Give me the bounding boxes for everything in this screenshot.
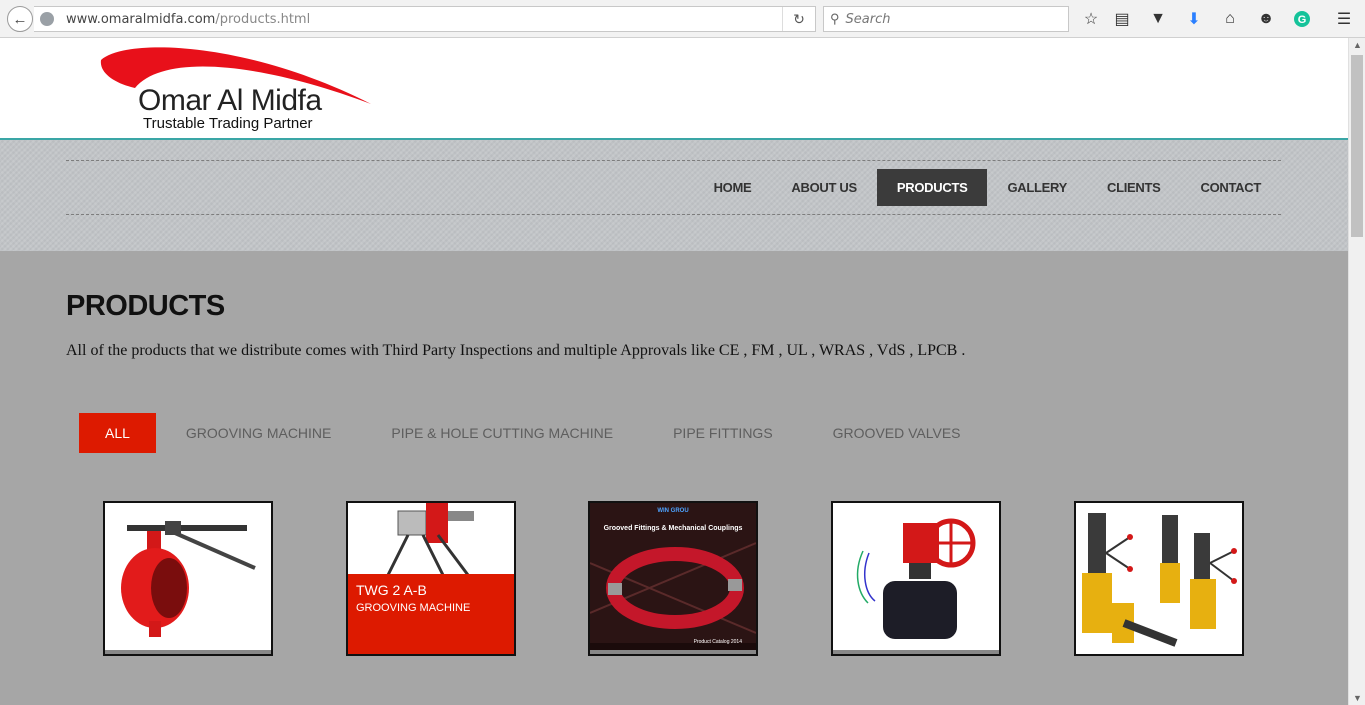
scroll-down-icon[interactable]: ▼ xyxy=(1353,693,1362,703)
logo-name: Omar Al Midfa xyxy=(138,84,322,117)
nav-contact[interactable]: CONTACT xyxy=(1181,169,1281,206)
nav-gallery[interactable]: GALLERY xyxy=(987,169,1087,206)
back-arrow-icon[interactable]: ← xyxy=(7,6,33,32)
site-header: Omar Al Midfa Trustable Trading Partner xyxy=(0,38,1348,140)
filter-pipe-hole-cutting-machine[interactable]: PIPE & HOLE CUTTING MACHINE xyxy=(391,413,613,453)
nav-band: HOME ABOUT US PRODUCTS GALLERY CLIENTS C… xyxy=(0,140,1348,251)
emoji-face-icon[interactable]: ☻ xyxy=(1256,9,1276,29)
product-thumb-3[interactable]: WIN GROU Grooved Fittings & Mechanical C… xyxy=(588,501,758,656)
main-nav: HOME ABOUT US PRODUCTS GALLERY CLIENTS C… xyxy=(694,169,1281,206)
nav-about-us[interactable]: ABOUT US xyxy=(771,169,877,206)
nav-clients[interactable]: CLIENTS xyxy=(1087,169,1181,206)
thumb-footer xyxy=(833,650,999,654)
filter-grooving-machine[interactable]: GROOVING MACHINE xyxy=(186,413,331,453)
nav-divider-top xyxy=(66,160,1281,161)
page-description: All of the products that we distribute c… xyxy=(66,342,966,359)
pocket-icon[interactable]: ▼ xyxy=(1148,9,1168,29)
scroll-thumb[interactable] xyxy=(1351,55,1363,237)
grammarly-icon[interactable]: G xyxy=(1292,9,1312,29)
logo-tagline: Trustable Trading Partner xyxy=(143,115,313,132)
search-input[interactable]: ⚲ Search xyxy=(823,6,1069,32)
page-title: PRODUCTS xyxy=(66,290,225,322)
page-scrollbar[interactable]: ▲ ▼ xyxy=(1348,38,1365,705)
product-caption: TWG 2 A-B GROOVING MACHINE xyxy=(348,574,514,654)
product-thumb-4[interactable] xyxy=(831,501,1001,656)
product-filter-bar: ALL GROOVING MACHINE PIPE & HOLE CUTTING… xyxy=(79,413,1021,453)
thumb-footer xyxy=(105,650,271,654)
menu-hamburger-icon[interactable]: ☰ xyxy=(1334,9,1354,29)
home-icon[interactable]: ⌂ xyxy=(1220,9,1240,29)
filter-grooved-valves[interactable]: GROOVED VALVES xyxy=(833,413,961,453)
nav-products[interactable]: PRODUCTS xyxy=(876,169,988,206)
url-text: www.omaralmidfa.com/products.html xyxy=(66,11,311,27)
reload-icon[interactable]: ↻ xyxy=(782,7,815,31)
butterfly-valve-lever-image xyxy=(121,521,256,637)
product-title: TWG 2 A-B xyxy=(356,582,427,598)
site-logo[interactable]: Omar Al Midfa Trustable Trading Partner xyxy=(95,42,385,137)
product-thumb-5[interactable] xyxy=(1074,501,1244,656)
thumb-footer xyxy=(590,650,756,654)
scroll-up-icon[interactable]: ▲ xyxy=(1353,40,1362,50)
product-thumb-2[interactable]: TWG 2 A-B GROOVING MACHINE xyxy=(346,501,516,656)
nav-home[interactable]: HOME xyxy=(694,169,772,206)
product-subtitle: GROOVING MACHINE xyxy=(356,602,471,614)
reader-list-icon[interactable]: ▤ xyxy=(1112,9,1132,29)
globe-icon xyxy=(40,12,54,26)
search-placeholder: Search xyxy=(845,11,891,27)
address-bar[interactable]: www.omaralmidfa.com/products.html ↻ xyxy=(34,6,816,32)
svg-text:G: G xyxy=(1298,14,1307,26)
core-drilling-machines-image xyxy=(1082,513,1237,647)
catalog-brand: WIN GROU xyxy=(657,508,689,514)
download-arrow-icon[interactable]: ⬇ xyxy=(1184,9,1204,29)
nav-divider-bottom xyxy=(66,214,1281,215)
catalog-footer: Product Catalog 2014 xyxy=(693,639,742,645)
filter-all[interactable]: ALL xyxy=(79,413,156,453)
browser-toolbar: ← www.omaralmidfa.com/products.html ↻ ⚲ … xyxy=(0,0,1365,38)
butterfly-valve-gear-image xyxy=(856,518,976,639)
bookmark-star-icon[interactable]: ☆ xyxy=(1081,9,1101,29)
grooving-machine-image xyxy=(386,503,474,575)
product-thumb-1[interactable] xyxy=(103,501,273,656)
catalog-heading: Grooved Fittings & Mechanical Couplings xyxy=(603,525,743,532)
search-icon: ⚲ xyxy=(830,11,840,26)
filter-pipe-fittings[interactable]: PIPE FITTINGS xyxy=(673,413,773,453)
